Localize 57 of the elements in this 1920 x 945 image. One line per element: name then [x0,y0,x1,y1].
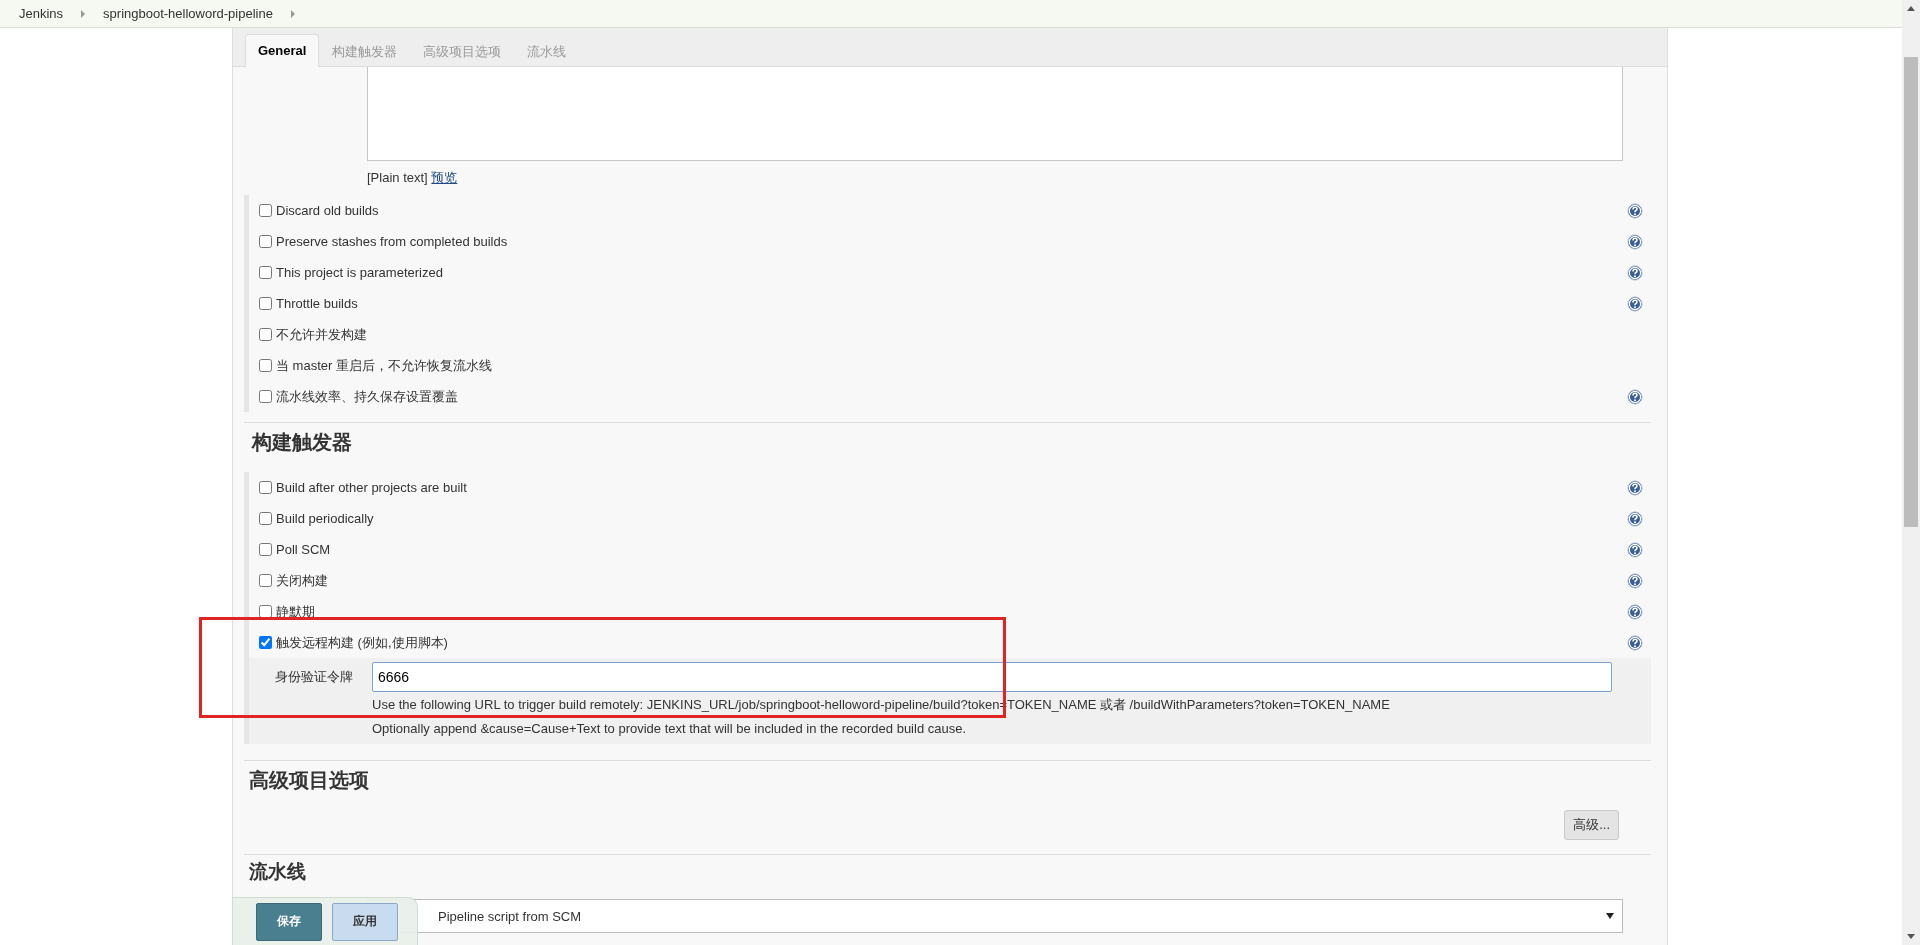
checkbox[interactable] [259,543,272,556]
option-label: 当 master 重启后，不允许恢复流水线 [276,356,493,375]
checkbox[interactable] [259,481,272,494]
option-label: 流水线效率、持久保存设置覆盖 [276,387,459,406]
checkbox[interactable] [259,235,272,248]
help-icon[interactable] [1627,541,1643,558]
checkbox[interactable] [259,636,272,649]
breadcrumb-arrow-icon[interactable] [290,9,295,18]
checkbox[interactable] [259,390,272,403]
option-label: Discard old builds [276,203,380,218]
checkbox[interactable] [259,266,272,279]
scrollbar-thumb[interactable] [1904,57,1918,527]
help-text: Optionally append &cause=Cause+Text to provide text that will be included in the recorded build cause. [372,721,967,736]
checkbox[interactable] [259,328,272,341]
save-button[interactable]: 保存 [256,902,322,941]
dropdown-caret-icon [1606,913,1614,919]
help-icon[interactable] [1627,202,1643,219]
checkbox[interactable] [259,512,272,525]
option-label: Build periodically [276,511,375,526]
help-icon[interactable] [1627,295,1643,312]
help-icon[interactable] [1627,634,1643,651]
field-label: 身份验证令牌 [274,668,354,686]
scroll-up-arrow-icon[interactable] [1907,6,1915,11]
option-label: 关闭构建 [276,571,329,590]
help-icon[interactable] [1627,572,1643,589]
checkbox[interactable] [259,204,272,217]
section-heading: 流水线 [248,860,306,884]
breadcrumb-arrow-icon[interactable] [81,9,86,18]
scroll-down-arrow-icon[interactable] [1907,934,1915,939]
option-label: Preserve stashes from completed builds [276,234,509,249]
tab[interactable]: General [245,34,320,67]
checkbox[interactable] [259,359,272,372]
section-heading: 高级项目选项 [248,768,369,793]
preview-link[interactable]: 预览 [431,170,458,185]
option-label: Throttle builds [276,296,359,311]
format-note: [Plain text] 预览 [367,169,459,185]
option-label: Poll SCM [276,542,332,557]
help-icon[interactable] [1627,233,1643,250]
help-icon[interactable] [1627,264,1643,281]
checkbox[interactable] [259,574,272,587]
option-label: 静默期 [276,602,316,621]
breadcrumb-link[interactable]: Jenkins [19,6,64,21]
option-label: Build after other projects are built [276,480,468,495]
checkbox[interactable] [259,605,272,618]
option-label: This project is parameterized [276,265,444,280]
help-icon[interactable] [1627,603,1643,620]
advanced-button[interactable]: 高级... [1564,810,1619,840]
section-heading: 构建触发器 [250,430,352,455]
help-icon[interactable] [1627,510,1643,527]
help-icon[interactable] [1627,388,1643,405]
help-icon[interactable] [1627,479,1643,496]
option-label: 触发远程构建 (例如,使用脚本) [276,633,449,652]
option-label: 不允许并发构建 [276,325,368,344]
apply-button[interactable]: 应用 [332,902,398,941]
checkbox[interactable] [259,297,272,310]
breadcrumb-link[interactable]: springboot-helloword-pipeline [103,6,273,21]
token-input-field[interactable]: 6666 [372,662,1612,692]
